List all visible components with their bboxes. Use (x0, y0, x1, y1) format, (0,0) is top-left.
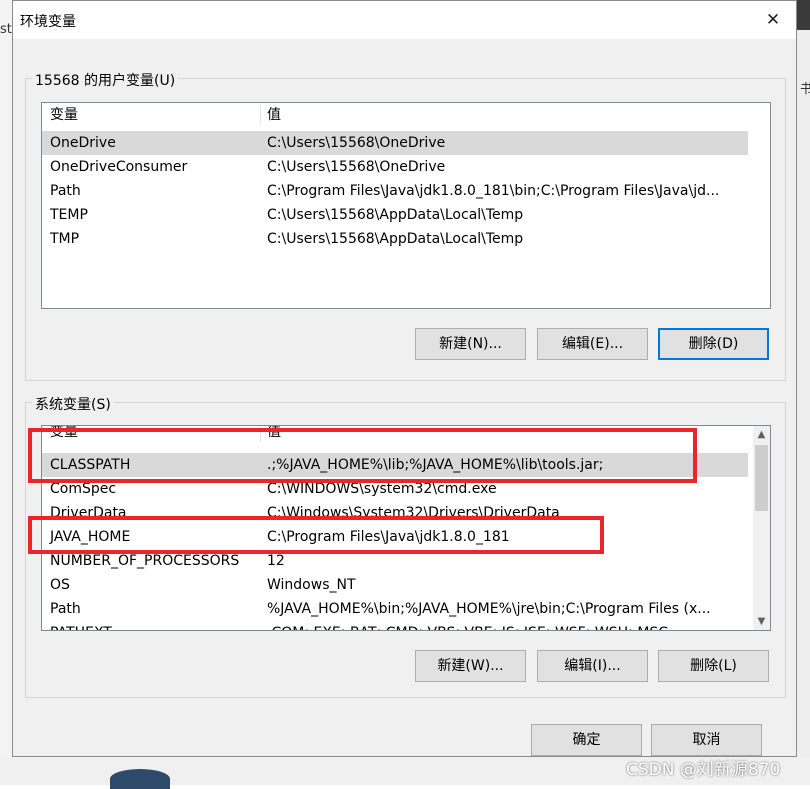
background-window-right: 书 (797, 0, 810, 785)
variable-name: PATHEXT (44, 621, 260, 630)
list-row[interactable]: JAVA_HOME C:\Program Files\Java\jdk1.8.0… (42, 525, 748, 549)
user-variables-title: 15568 的用户变量(U) (32, 70, 179, 90)
system-variables-title: 系统变量(S) (32, 394, 114, 414)
background-dark-fragment (797, 0, 810, 30)
variable-name: Path (50, 601, 81, 617)
variable-value: 12 (267, 553, 285, 569)
variable-value: C:\Program Files\Java\jdk1.8.0_181\bin;C… (267, 183, 720, 199)
scroll-down-icon[interactable]: ▼ (753, 613, 770, 630)
variable-name: OneDriveConsumer (50, 159, 188, 175)
list-row[interactable]: OneDriveConsumer C:\Users\15568\OneDrive (42, 155, 748, 179)
list-row[interactable]: TMP C:\Users\15568\AppData\Local\Temp (42, 227, 748, 251)
variable-name: TEMP (50, 207, 88, 223)
variable-value: .COM;.EXE;.BAT;.CMD;.VBS;.VBE;.JS;.JSE;.… (261, 621, 747, 630)
list-row[interactable]: NUMBER_OF_PROCESSORS 12 (42, 549, 748, 573)
scroll-up-icon[interactable]: ▲ (753, 426, 770, 443)
variable-value: C:\Users\15568\AppData\Local\Temp (267, 231, 524, 247)
system-variables-list[interactable]: 变量 值 CLASSPATH .;%JAVA_HOME%\lib;%JAVA_H… (41, 425, 771, 631)
variable-value: C:\Users\15568\OneDrive (267, 135, 446, 151)
watermark: CSDN @刘新源870 (626, 760, 781, 780)
variable-value: C:\Users\15568\AppData\Local\Temp (267, 207, 524, 223)
variable-value: C:\Users\15568\OneDrive (267, 159, 446, 175)
column-header-variable[interactable]: 变量 (44, 426, 260, 442)
background-window-left: st (0, 0, 12, 785)
dialog-title: 环境变量 (20, 14, 76, 30)
list-row[interactable]: ComSpec C:\WINDOWS\system32\cmd.exe (42, 477, 748, 501)
list-row[interactable]: Path C:\Program Files\Java\jdk1.8.0_181\… (42, 179, 748, 203)
variable-value: Windows_NT (267, 577, 356, 593)
vertical-scrollbar[interactable]: ▲ ▼ (753, 426, 770, 630)
variable-name: JAVA_HOME (50, 529, 131, 545)
list-row[interactable]: TEMP C:\Users\15568\AppData\Local\Temp (42, 203, 748, 227)
system-delete-button[interactable]: 删除(L) (658, 650, 769, 682)
list-row[interactable]: OneDrive C:\Users\15568\OneDrive (42, 131, 748, 155)
system-edit-button[interactable]: 编辑(I)... (537, 650, 648, 682)
cancel-button[interactable]: 取消 (651, 724, 762, 756)
variable-name: TMP (50, 231, 80, 247)
variable-value: %JAVA_HOME%\bin;%JAVA_HOME%\jre\bin;C:\P… (267, 601, 711, 617)
background-text-fragment: 书 (800, 82, 810, 97)
list-row[interactable]: PATHEXT .COM;.EXE;.BAT;.CMD;.VBS;.VBE;.J… (42, 621, 748, 630)
list-header: 变量 值 (42, 103, 770, 127)
variable-value: C:\Program Files\Java\jdk1.8.0_181 (267, 529, 510, 545)
variable-name: Path (50, 183, 81, 199)
variable-value: C:\WINDOWS\system32\cmd.exe (267, 481, 497, 497)
user-delete-button[interactable]: 删除(D) (658, 328, 769, 360)
column-header-value[interactable]: 值 (260, 105, 740, 125)
list-row[interactable]: Path %JAVA_HOME%\bin;%JAVA_HOME%\jre\bin… (42, 597, 748, 621)
variable-name: CLASSPATH (50, 457, 131, 473)
variable-name: NUMBER_OF_PROCESSORS (50, 553, 240, 569)
user-edit-button[interactable]: 编辑(E)... (537, 328, 648, 360)
user-new-button[interactable]: 新建(N)... (415, 328, 526, 360)
list-row[interactable]: OS Windows_NT (42, 573, 748, 597)
system-new-button[interactable]: 新建(W)... (415, 650, 526, 682)
column-header-variable[interactable]: 变量 (44, 105, 260, 125)
background-text-fragment: st (0, 22, 12, 37)
variable-value: .;%JAVA_HOME%\lib;%JAVA_HOME%\lib\tools.… (267, 457, 604, 473)
close-icon[interactable]: ✕ (750, 1, 796, 39)
variable-name: DriverData (50, 505, 127, 521)
title-bar: 环境变量 ✕ (13, 1, 796, 39)
background-image-fragment (110, 769, 170, 789)
variable-name: ComSpec (50, 481, 117, 497)
list-row[interactable]: CLASSPATH .;%JAVA_HOME%\lib;%JAVA_HOME%\… (42, 453, 748, 477)
ok-button[interactable]: 确定 (531, 724, 642, 756)
variable-name: OS (50, 577, 70, 593)
user-variables-list[interactable]: 变量 值 OneDrive C:\Users\15568\OneDrive On… (41, 102, 771, 309)
environment-variables-dialog: 环境变量 ✕ 15568 的用户变量(U) 变量 值 OneDrive C:\U… (12, 0, 797, 757)
scrollbar-thumb[interactable] (755, 445, 768, 511)
list-header: 变量 值 (42, 426, 770, 444)
column-header-value[interactable]: 值 (260, 426, 740, 442)
variable-value: C:\Windows\System32\Drivers\DriverData (267, 505, 560, 521)
list-row[interactable]: DriverData C:\Windows\System32\Drivers\D… (42, 501, 748, 525)
variable-name: OneDrive (50, 135, 116, 151)
